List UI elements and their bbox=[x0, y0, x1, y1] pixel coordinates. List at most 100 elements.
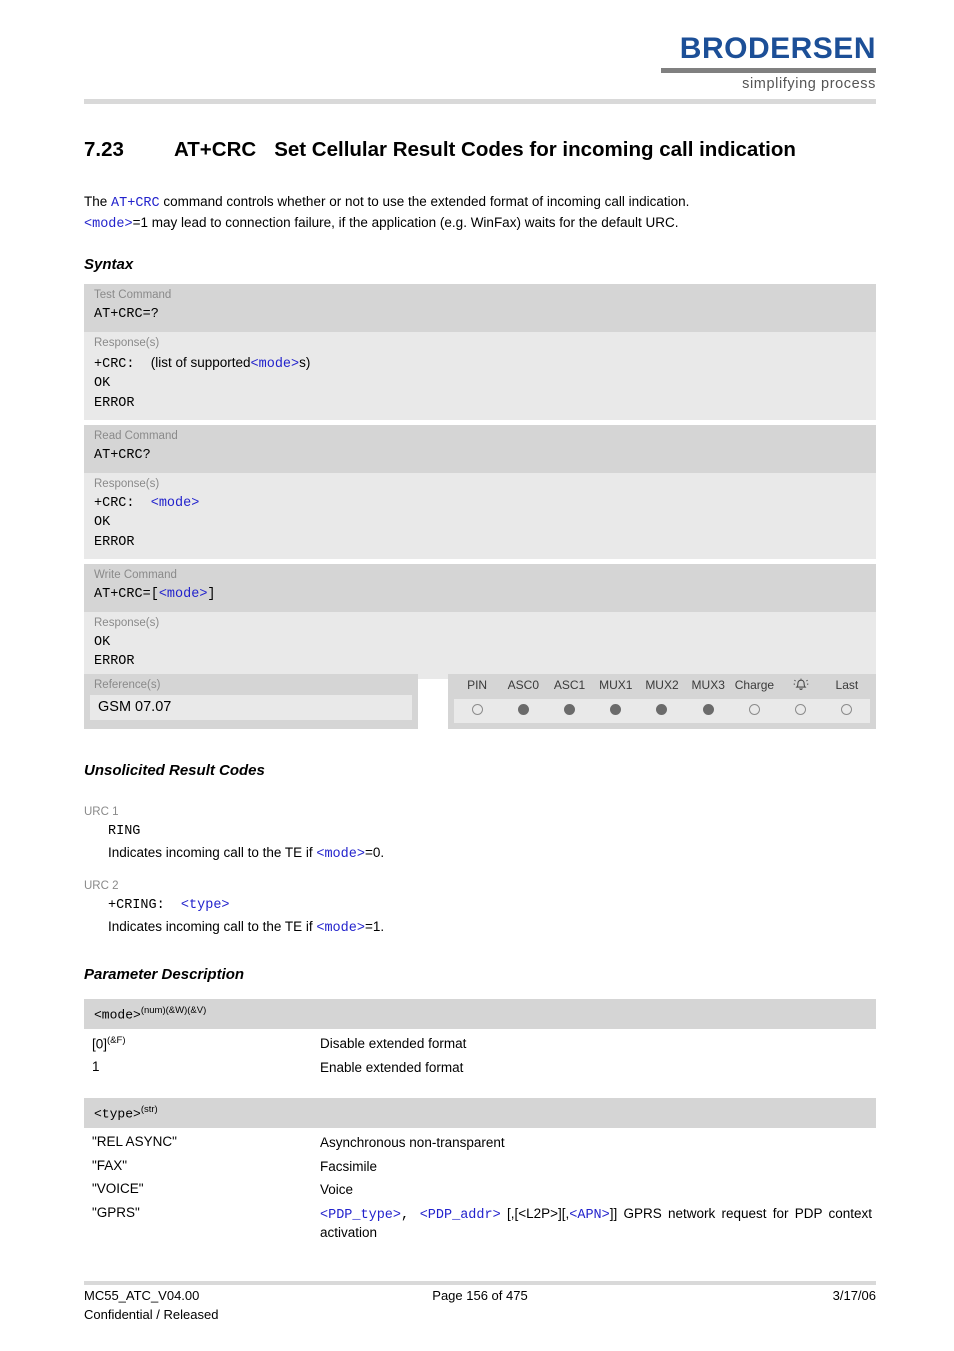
write-command-param: <mode> bbox=[158, 587, 208, 602]
test-response-value: +CRC: (list of supported<mode>s) OK ERROR bbox=[84, 352, 876, 421]
urc-1-description: Indicates incoming call to the TE if <mo… bbox=[108, 845, 876, 862]
gprs-pdp-type-token: <PDP_type> bbox=[320, 1207, 402, 1223]
param-type-row-2-value: Voice bbox=[320, 1182, 354, 1198]
urc-2-code: +CRING: <type> bbox=[108, 898, 876, 913]
footer-rule bbox=[84, 1281, 876, 1285]
write-response-ok: OK bbox=[94, 634, 111, 650]
status-dot-asc0 bbox=[500, 704, 546, 718]
page-footer: MC55_ATC_V04.00 Page 156 of 475 3/17/06 … bbox=[84, 1288, 876, 1326]
test-command-block: Test Command AT+CRC=? Response(s) +CRC: … bbox=[84, 284, 876, 420]
urc-2-code-param: <type> bbox=[180, 898, 230, 913]
test-command-band: Test Command AT+CRC=? bbox=[84, 284, 876, 332]
urc-2-label: URC 2 bbox=[84, 880, 119, 892]
status-dot-pin bbox=[454, 704, 500, 718]
footer-line-1: MC55_ATC_V04.00 Page 156 of 475 3/17/06 bbox=[84, 1288, 876, 1307]
status-dot-last bbox=[824, 704, 870, 718]
reference-value: GSM 07.07 bbox=[90, 695, 412, 720]
param-type-row-1: "FAX" Facsimile bbox=[84, 1152, 876, 1176]
param-mode-row-0-value: Disable extended format bbox=[320, 1036, 467, 1052]
write-command-suffix: ] bbox=[207, 587, 216, 602]
read-command-block: Read Command AT+CRC? Response(s) +CRC: <… bbox=[84, 425, 876, 559]
status-indicator-box: PIN ASC0 ASC1 MUX1 MUX2 MUX3 Charge Last bbox=[448, 674, 876, 729]
param-type-row-0-key: "REL ASYNC" bbox=[92, 1134, 177, 1150]
urc-2-desc-prefix: Indicates incoming call to the TE if bbox=[108, 919, 317, 934]
param-type-sup: (str) bbox=[140, 1104, 158, 1115]
logo-wordmark: BRODERSEN bbox=[679, 32, 876, 65]
status-col-asc1-label: ASC1 bbox=[553, 678, 586, 692]
logo-tagline: simplifying process bbox=[742, 76, 876, 92]
section-title-text: Set Cellular Result Codes for incoming c… bbox=[274, 138, 796, 161]
urc-item-1: URC 1 RING Indicates incoming call to th… bbox=[84, 806, 876, 862]
alarm-bell-icon bbox=[793, 678, 809, 696]
test-response-param: <mode> bbox=[250, 356, 300, 372]
heading-parameters: Parameter Description bbox=[84, 966, 245, 983]
heading-urc: Unsolicited Result Codes bbox=[84, 762, 265, 779]
page-header: BRODERSEN simplifying process bbox=[0, 0, 954, 112]
write-command-value: AT+CRC=[<mode>] bbox=[84, 584, 876, 612]
read-response-param: <mode> bbox=[150, 495, 200, 511]
param-mode-name: <mode> bbox=[94, 1007, 141, 1023]
param-mode-row-0-key-sup: (&F) bbox=[107, 1035, 126, 1047]
heading-syntax: Syntax bbox=[84, 256, 134, 273]
param-type-row-0: "REL ASYNC" Asynchronous non-transparent bbox=[84, 1128, 876, 1152]
status-col-mux2-label: MUX2 bbox=[645, 678, 679, 692]
footer-classification: Confidential / Released bbox=[84, 1307, 219, 1322]
reference-status-row: Reference(s) GSM 07.07 PIN ASC0 ASC1 MUX… bbox=[84, 674, 876, 729]
read-response-error: ERROR bbox=[94, 534, 135, 550]
urc-section: URC 1 RING Indicates incoming call to th… bbox=[84, 796, 876, 936]
urc-item-2: URC 2 +CRING: <type> Indicates incoming … bbox=[84, 880, 876, 936]
gprs-pdp-addr-token: <PDP_addr> bbox=[419, 1207, 501, 1223]
param-mode-row-1: 1 Enable extended format bbox=[84, 1053, 876, 1077]
write-response-band: Response(s) OK ERROR bbox=[84, 611, 876, 679]
status-col-charge-label: Charge bbox=[734, 678, 775, 692]
urc-1-desc-prefix: Indicates incoming call to the TE if bbox=[108, 845, 317, 860]
header-rule bbox=[84, 99, 876, 104]
read-response-label: Response(s) bbox=[94, 477, 160, 490]
document-page: BRODERSEN simplifying process 7.23 AT+CRC… bbox=[0, 0, 954, 1351]
param-type-row-0-value: Asynchronous non-transparent bbox=[320, 1135, 505, 1151]
gprs-mid-text: [,[<L2P>][, bbox=[500, 1205, 570, 1221]
param-mode-header: <mode>(num)(&W)(&V) bbox=[84, 999, 876, 1030]
footer-line-2: Confidential / Released bbox=[84, 1307, 876, 1326]
test-response-error: ERROR bbox=[94, 395, 135, 411]
status-dot-mux2 bbox=[639, 704, 685, 718]
brodersen-logo: BRODERSEN simplifying process bbox=[661, 34, 876, 92]
write-command-prefix: AT+CRC=[ bbox=[94, 587, 159, 602]
intro-part2: command controls whether or not to use t… bbox=[159, 194, 690, 209]
status-col-mux1-label: MUX1 bbox=[599, 678, 633, 692]
test-response-text: (list of supported bbox=[150, 354, 251, 370]
read-command-band: Read Command AT+CRC? bbox=[84, 425, 876, 473]
param-mode-row-1-value: Enable extended format bbox=[320, 1059, 464, 1075]
write-response-error: ERROR bbox=[94, 654, 135, 669]
intro-part3: =1 may lead to connection failure, if th… bbox=[132, 215, 679, 230]
write-command-label: Write Command bbox=[94, 569, 177, 581]
param-type-row-gprs-key: "GPRS" bbox=[92, 1204, 140, 1220]
param-type-row-1-value: Facsimile bbox=[320, 1158, 378, 1174]
write-command-block: Write Command AT+CRC=[<mode>] Response(s… bbox=[84, 564, 876, 679]
write-command-band: Write Command AT+CRC=[<mode>] bbox=[84, 564, 876, 612]
status-header-row: PIN ASC0 ASC1 MUX1 MUX2 MUX3 Charge Last bbox=[454, 678, 870, 696]
status-dot-mux1 bbox=[593, 704, 639, 718]
footer-page-number: Page 156 of 475 bbox=[432, 1288, 528, 1303]
gprs-sep: , bbox=[401, 1207, 420, 1223]
urc-2-desc-suffix: =1. bbox=[364, 919, 385, 934]
read-response-prefix: +CRC: bbox=[94, 495, 135, 511]
urc-2-desc-param: <mode> bbox=[316, 921, 365, 936]
param-type-row-gprs: "GPRS" <PDP_type>, <PDP_addr> [,[<L2P>][… bbox=[84, 1199, 876, 1242]
urc-2-description: Indicates incoming call to the TE if <mo… bbox=[108, 919, 876, 936]
footer-date: 3/17/06 bbox=[832, 1288, 876, 1303]
test-response-band: Response(s) +CRC: (list of supported<mod… bbox=[84, 331, 876, 421]
status-dot-mux3 bbox=[685, 704, 731, 718]
test-command-value: AT+CRC=? bbox=[94, 307, 159, 322]
intro-command: AT+CRC bbox=[111, 196, 160, 211]
section-command: AT+CRC bbox=[174, 138, 257, 161]
status-dot-alarm bbox=[778, 704, 824, 718]
status-dot-charge bbox=[731, 704, 777, 718]
urc-1-label: URC 1 bbox=[84, 806, 119, 818]
param-mode-row-0-key: [0](&F) bbox=[92, 1035, 320, 1053]
status-dots-row bbox=[454, 699, 870, 723]
test-response-suffix: s) bbox=[299, 354, 311, 370]
param-table-type: <type>(str) "REL ASYNC" Asynchronous non… bbox=[84, 1098, 876, 1242]
syntax-table: Test Command AT+CRC=? Response(s) +CRC: … bbox=[84, 284, 876, 684]
reference-label: Reference(s) bbox=[94, 679, 161, 691]
